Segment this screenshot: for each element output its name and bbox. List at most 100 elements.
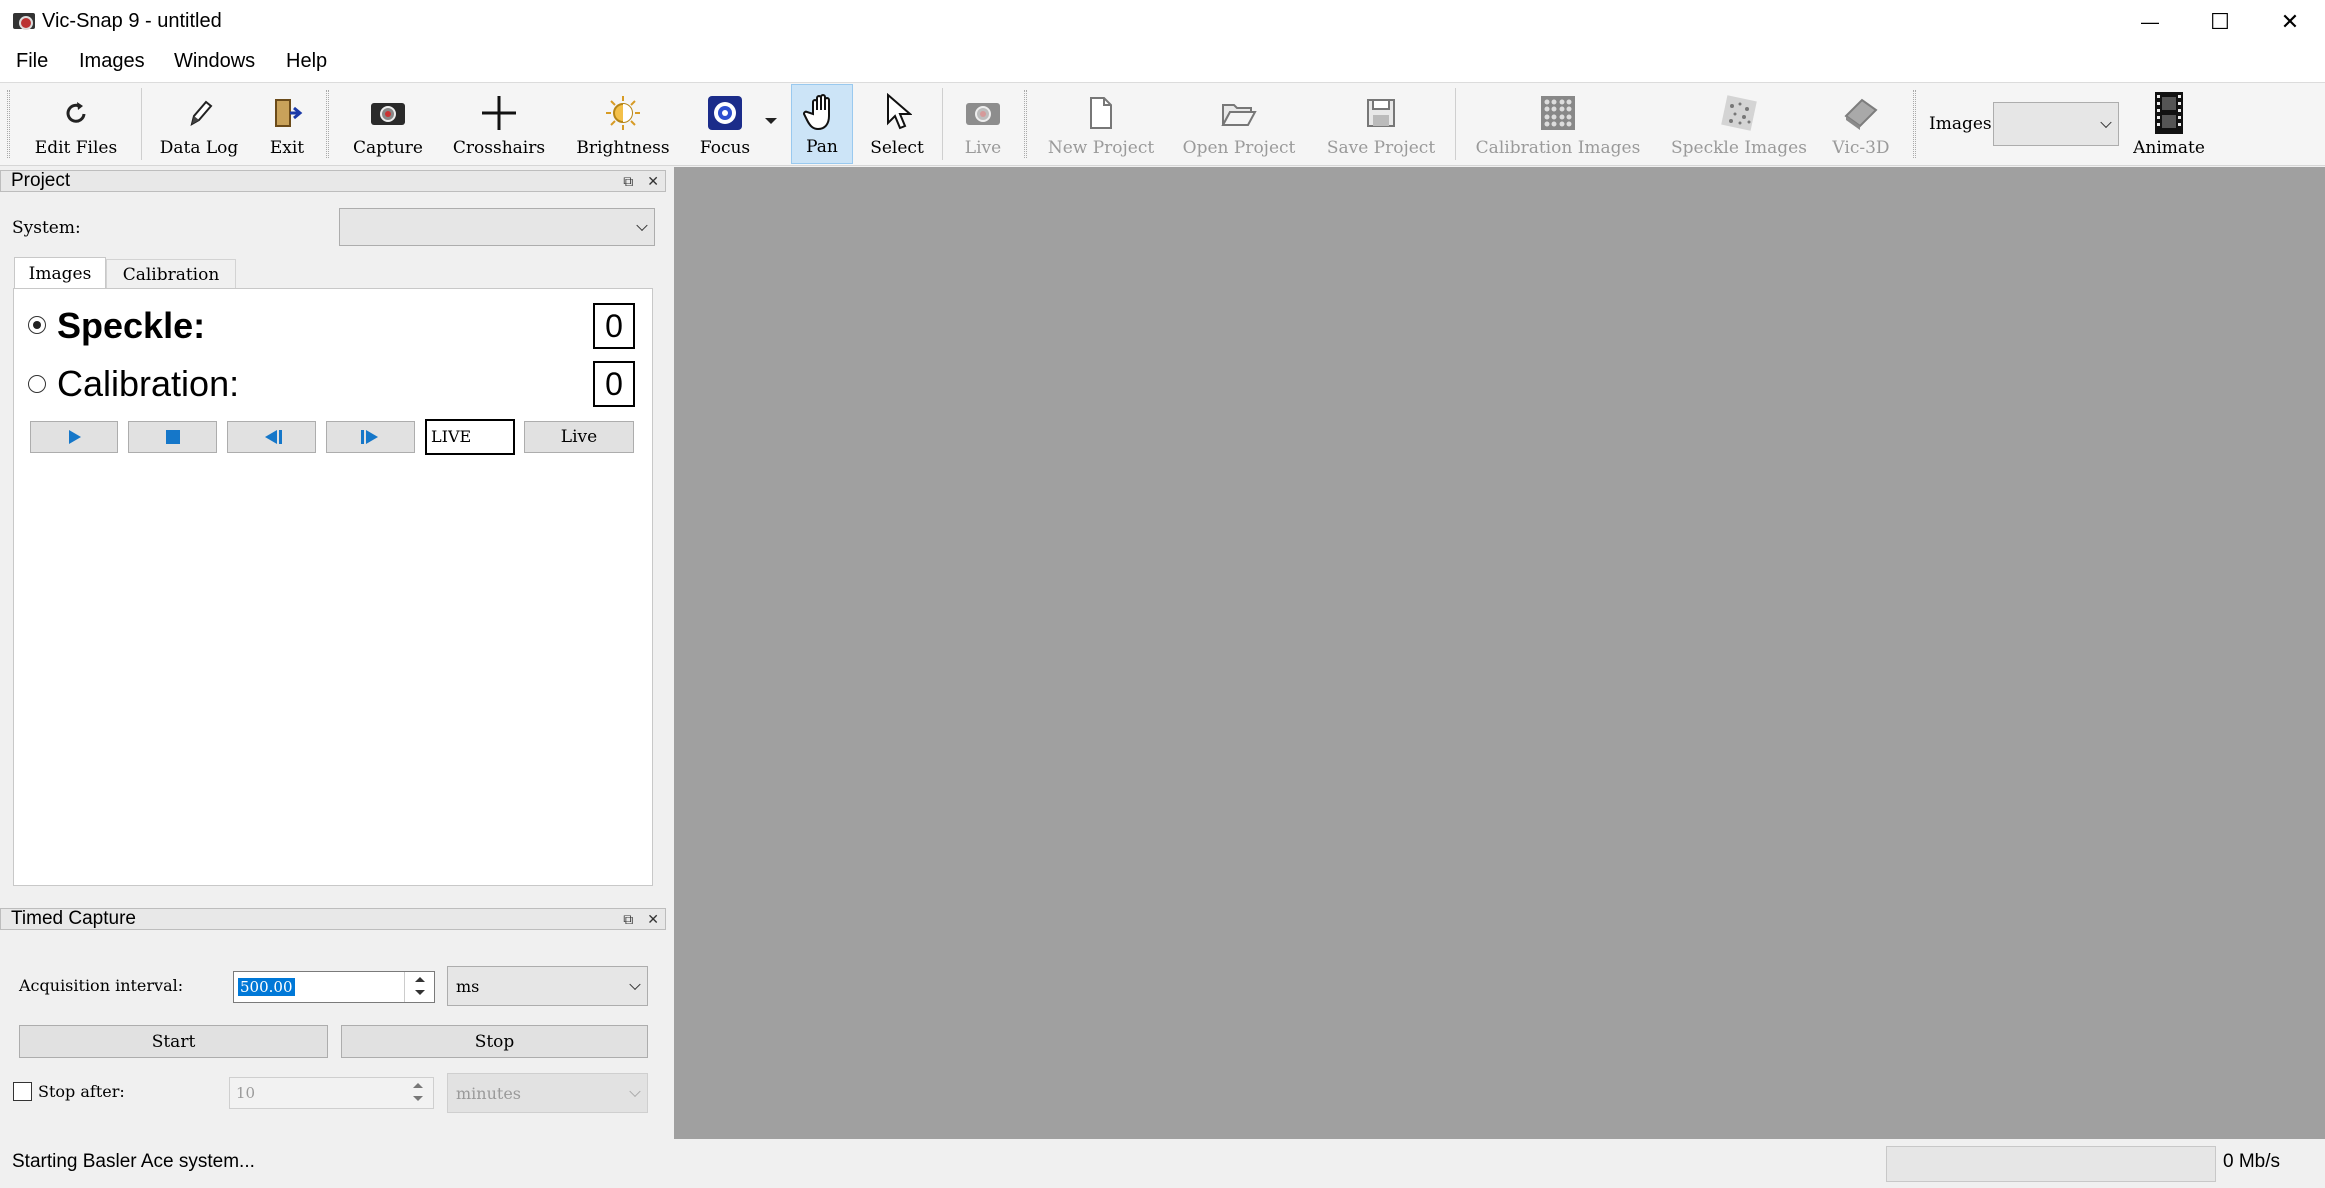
capture-button[interactable]: Capture: [344, 84, 432, 164]
speckle-images-button[interactable]: Speckle Images: [1664, 84, 1814, 164]
save-project-button[interactable]: Save Project: [1318, 84, 1444, 164]
menu-images[interactable]: Images: [79, 50, 145, 73]
new-project-label: New Project: [1047, 138, 1155, 158]
timed-capture-panel-header: Timed Capture ⧉ ✕: [0, 908, 666, 930]
menu-windows[interactable]: Windows: [174, 50, 255, 73]
close-panel-icon[interactable]: ✕: [647, 909, 659, 929]
images-combo[interactable]: [1993, 102, 2119, 146]
speckle-images-label: Speckle Images: [1671, 138, 1807, 158]
speckle-label: Speckle:: [57, 305, 206, 346]
refresh-icon: [57, 94, 95, 132]
toolbar-grip[interactable]: [1024, 90, 1027, 158]
start-button[interactable]: Start: [19, 1025, 328, 1058]
play-icon: [69, 430, 81, 444]
close-panel-icon[interactable]: ✕: [647, 171, 659, 191]
calibration-images-label: Calibration Images: [1475, 138, 1641, 158]
crosshairs-button[interactable]: Crosshairs: [444, 84, 554, 164]
calibration-radio[interactable]: [28, 375, 46, 393]
camera-disabled-icon: [964, 94, 1002, 132]
calibration-count: 0: [593, 361, 635, 407]
menu-help[interactable]: Help: [286, 50, 327, 73]
data-log-label: Data Log: [159, 138, 239, 158]
stop-after-checkbox[interactable]: [13, 1082, 32, 1101]
exit-door-icon: [268, 94, 306, 132]
step-back-icon: [264, 430, 282, 444]
stop-after-value: 10: [236, 1084, 256, 1102]
spin-buttons[interactable]: [403, 1078, 433, 1108]
image-viewer[interactable]: [674, 167, 2325, 1139]
exit-button[interactable]: Exit: [256, 84, 318, 164]
stop-after-label: Stop after:: [38, 1082, 125, 1101]
spin-down-icon[interactable]: [413, 1096, 423, 1101]
exit-label: Exit: [269, 138, 305, 158]
calibration-images-button[interactable]: Calibration Images: [1468, 84, 1648, 164]
stop-after-unit-value: minutes: [456, 1084, 522, 1103]
system-label: System:: [12, 218, 81, 238]
float-panel-icon[interactable]: ⧉: [623, 909, 633, 929]
crosshairs-label: Crosshairs: [452, 138, 546, 158]
system-combo[interactable]: [339, 208, 655, 246]
animate-button[interactable]: Animate: [2129, 84, 2209, 164]
new-project-button[interactable]: New Project: [1040, 84, 1162, 164]
live-button[interactable]: Live: [951, 84, 1015, 164]
speckle-radio[interactable]: [28, 316, 46, 334]
floppy-disk-icon: [1362, 94, 1400, 132]
crosshairs-icon: [480, 94, 518, 132]
menu-file[interactable]: File: [16, 50, 48, 73]
float-panel-icon[interactable]: ⧉: [623, 171, 633, 191]
stop-button[interactable]: Stop: [341, 1025, 648, 1058]
stop-after-unit-combo[interactable]: minutes: [447, 1073, 648, 1113]
tab-calibration[interactable]: Calibration: [106, 259, 236, 289]
pan-button[interactable]: Pan: [791, 84, 853, 164]
step-back-button[interactable]: [227, 421, 316, 453]
app-icon: [13, 13, 35, 30]
interval-unit-combo[interactable]: ms: [447, 966, 648, 1006]
window-title: Vic-Snap 9 - untitled: [42, 10, 222, 32]
spin-up-icon[interactable]: [413, 1083, 423, 1088]
play-button[interactable]: [30, 421, 118, 453]
brightness-button[interactable]: Brightness: [570, 84, 676, 164]
new-document-icon: [1082, 94, 1120, 132]
toolbar-grip[interactable]: [7, 90, 10, 158]
focus-dropdown-arrow-icon[interactable]: [765, 118, 777, 124]
close-icon: ✕: [2280, 9, 2300, 34]
stop-after-spinbox[interactable]: 10: [229, 1077, 434, 1109]
minimize-icon: —: [2141, 11, 2159, 32]
focus-button[interactable]: Focus: [690, 84, 760, 164]
status-bar: Starting Basler Ace system... 0 Mb/s: [0, 1139, 2325, 1188]
cursor-arrow-icon: [878, 93, 916, 132]
live-mode-button[interactable]: Live: [524, 421, 634, 453]
status-message: Starting Basler Ace system...: [12, 1151, 255, 1172]
maximize-button[interactable]: ☐: [2185, 0, 2255, 44]
acquisition-interval-label: Acquisition interval:: [19, 976, 184, 995]
select-label: Select: [870, 138, 924, 158]
acquisition-interval-spinbox[interactable]: 500.00: [233, 971, 435, 1003]
open-project-button[interactable]: Open Project: [1176, 84, 1302, 164]
minimize-button[interactable]: —: [2115, 0, 2185, 44]
close-button[interactable]: ✕: [2255, 0, 2325, 44]
frame-field[interactable]: LIVE: [425, 419, 515, 455]
calibration-grid-icon: [1539, 94, 1577, 132]
brightness-label: Brightness: [576, 138, 670, 158]
edit-files-button[interactable]: Edit Files: [24, 84, 128, 164]
spin-up-icon[interactable]: [415, 977, 425, 982]
project-panel-title: Project: [11, 170, 71, 191]
stop-icon: [165, 430, 180, 444]
toolbar-grip[interactable]: [1913, 90, 1916, 158]
toolbar-grip[interactable]: [326, 90, 329, 158]
spin-down-icon[interactable]: [415, 990, 425, 995]
live-label: Live: [964, 138, 1002, 158]
tab-images[interactable]: Images: [14, 257, 106, 289]
stop-playback-button[interactable]: [128, 421, 217, 453]
acquisition-interval-value[interactable]: 500.00: [238, 978, 295, 996]
spin-buttons[interactable]: [404, 972, 434, 1002]
focus-icon: [706, 94, 744, 132]
vic3d-button[interactable]: Vic-3D: [1826, 84, 1896, 164]
capture-label: Capture: [353, 138, 423, 158]
select-button[interactable]: Select: [862, 84, 932, 164]
camera-icon: [369, 94, 407, 132]
data-log-button[interactable]: Data Log: [152, 84, 246, 164]
step-forward-button[interactable]: [326, 421, 415, 453]
brightness-icon: [604, 94, 642, 132]
film-strip-icon: [2150, 92, 2188, 134]
